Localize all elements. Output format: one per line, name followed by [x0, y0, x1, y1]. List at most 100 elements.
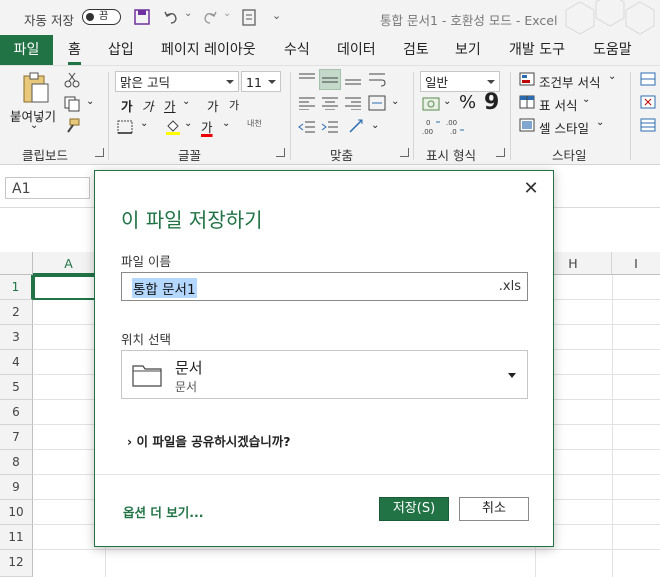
increase-indent-icon[interactable]	[321, 120, 339, 134]
conditional-dropdown-icon[interactable]: ⌄	[608, 71, 616, 82]
orientation-dropdown-icon[interactable]: ⌄	[371, 120, 379, 131]
format-painter-icon[interactable]	[64, 118, 80, 134]
save-icon[interactable]	[134, 9, 150, 25]
name-box[interactable]: A1	[5, 177, 90, 199]
cell-style-button[interactable]: 셀 스타일	[539, 118, 589, 137]
svg-text:0: 0	[426, 119, 430, 127]
borders-dropdown-icon[interactable]: ⌄	[140, 118, 148, 129]
autosave-toggle[interactable]: 끔	[82, 9, 121, 25]
more-options-link[interactable]: 옵션 더 보기...	[123, 502, 203, 521]
undo-icon[interactable]	[163, 9, 179, 25]
copy-dropdown-icon[interactable]: ⌄	[86, 96, 94, 107]
cell-style-icon[interactable]	[519, 118, 535, 132]
cut-icon[interactable]	[64, 72, 80, 88]
fill-color-dropdown-icon[interactable]: ⌄	[184, 118, 192, 129]
italic-button[interactable]: 가	[142, 96, 154, 115]
cell-style-dropdown-icon[interactable]: ⌄	[596, 117, 604, 128]
table-format-dropdown-icon[interactable]: ⌄	[582, 94, 590, 105]
bold-button[interactable]: 가	[121, 96, 133, 115]
paste-icon[interactable]	[22, 72, 50, 104]
tab-file[interactable]: 파일	[0, 35, 53, 65]
column-header-i[interactable]: I	[612, 252, 660, 275]
increase-decimal-icon[interactable]: 0.00	[422, 118, 442, 136]
borders-icon[interactable]	[117, 120, 133, 134]
row-header[interactable]: 4	[0, 350, 33, 375]
table-format-button[interactable]: 표 서식	[539, 95, 577, 114]
decrease-indent-icon[interactable]	[298, 120, 316, 134]
select-all-corner[interactable]	[0, 252, 33, 275]
row-header[interactable]: 5	[0, 375, 33, 400]
align-top-icon[interactable]	[298, 72, 316, 86]
row-header[interactable]: 8	[0, 450, 33, 475]
decrease-decimal-icon[interactable]: .00.0	[446, 118, 466, 136]
conditional-format-icon[interactable]	[519, 72, 535, 86]
group-divider	[290, 72, 291, 160]
delete-cells-icon[interactable]	[640, 95, 656, 109]
font-launcher-icon[interactable]	[276, 148, 285, 157]
wrap-text-icon[interactable]	[368, 71, 386, 87]
font-name-select[interactable]: 맑은 고딕	[115, 71, 239, 92]
row-header[interactable]: 11	[0, 525, 33, 550]
format-cells-icon[interactable]	[640, 118, 656, 132]
orientation-icon[interactable]	[348, 118, 366, 134]
row-header[interactable]: 6	[0, 400, 33, 425]
ribbon-tabs: 파일 홈 삽입 페이지 레이아웃 수식 데이터 검토 보기 개발 도구 도움말	[0, 35, 660, 66]
merge-dropdown-icon[interactable]: ⌄	[391, 96, 399, 107]
save-button[interactable]: 저장(S)	[379, 497, 449, 521]
redo-icon[interactable]	[202, 9, 218, 25]
align-bottom-icon[interactable]	[344, 72, 362, 86]
tab-home[interactable]: 홈	[68, 35, 81, 65]
redo-dropdown-icon[interactable]: ⌄	[223, 8, 231, 19]
paste-dropdown-icon[interactable]: ⌄	[30, 120, 38, 131]
share-expander[interactable]: › 이 파일을 공유하시겠습니까?	[127, 431, 290, 450]
grow-font-button[interactable]: 가	[207, 96, 219, 115]
filename-input[interactable]: 통합 문서1 .xls	[121, 272, 528, 301]
row-header[interactable]: 7	[0, 425, 33, 450]
phonetic-button[interactable]: 내천	[247, 118, 262, 129]
tab-formulas[interactable]: 수식	[284, 35, 310, 65]
tab-developer[interactable]: 개발 도구	[509, 35, 565, 65]
clipboard-launcher-icon[interactable]	[95, 148, 104, 157]
row-header[interactable]: 2	[0, 300, 33, 325]
form-icon[interactable]	[242, 9, 256, 26]
underline-dropdown-icon[interactable]: ⌄	[182, 96, 190, 107]
insert-cells-icon[interactable]	[640, 72, 656, 86]
font-size-select[interactable]: 11	[241, 71, 281, 92]
tab-data[interactable]: 데이터	[337, 35, 376, 65]
row-header[interactable]: 3	[0, 325, 33, 350]
tab-help[interactable]: 도움말	[593, 35, 632, 65]
comma-button[interactable]: 9	[484, 90, 499, 115]
merge-center-icon[interactable]	[368, 95, 386, 111]
align-right-icon[interactable]	[344, 96, 362, 110]
tab-review[interactable]: 검토	[403, 35, 429, 65]
customize-qat-icon[interactable]: ⌄	[272, 9, 281, 22]
accounting-dropdown-icon[interactable]: ⌄	[443, 96, 451, 107]
align-left-icon[interactable]	[298, 96, 316, 110]
row-header[interactable]: 12	[0, 550, 33, 577]
conditional-format-button[interactable]: 조건부 서식	[539, 72, 600, 91]
undo-dropdown-icon[interactable]: ⌄	[184, 8, 192, 19]
align-middle-button[interactable]	[319, 69, 341, 90]
table-format-icon[interactable]	[519, 95, 535, 109]
close-icon[interactable]: ✕	[521, 179, 541, 199]
font-color-button[interactable]: 가	[201, 117, 213, 136]
location-select[interactable]: 문서 문서	[121, 350, 528, 399]
row-header[interactable]: 9	[0, 475, 33, 500]
copy-icon[interactable]	[64, 96, 80, 112]
row-header[interactable]: 1	[0, 275, 33, 300]
number-launcher-icon[interactable]	[496, 148, 505, 157]
tab-insert[interactable]: 삽입	[108, 35, 134, 65]
accounting-format-icon[interactable]	[422, 97, 440, 111]
tab-view[interactable]: 보기	[455, 35, 481, 65]
alignment-launcher-icon[interactable]	[400, 148, 409, 157]
align-center-icon[interactable]	[321, 96, 339, 110]
number-format-select[interactable]: 일반	[420, 71, 500, 92]
tab-page-layout[interactable]: 페이지 레이아웃	[161, 35, 256, 65]
underline-button[interactable]: 가	[164, 96, 176, 115]
percent-button[interactable]: %	[459, 92, 476, 113]
fill-color-icon[interactable]	[165, 118, 181, 136]
cancel-button[interactable]: 취소	[459, 497, 529, 521]
shrink-font-button[interactable]: 가	[229, 97, 239, 113]
font-color-dropdown-icon[interactable]: ⌄	[222, 118, 230, 129]
row-header[interactable]: 10	[0, 500, 33, 525]
